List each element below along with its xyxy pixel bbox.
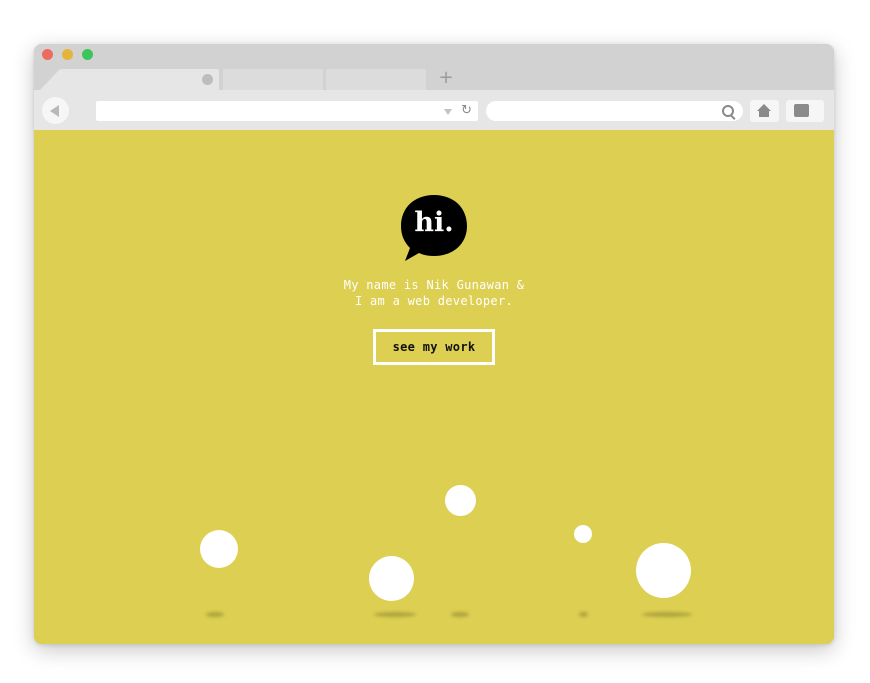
menu-icon — [794, 104, 809, 117]
maximize-window-icon[interactable] — [82, 49, 93, 60]
ball-shadow — [642, 612, 692, 617]
bouncing-ball — [369, 556, 414, 601]
search-icon[interactable] — [722, 105, 734, 117]
logo-text: hi. — [414, 207, 454, 238]
active-tab-corner — [40, 69, 60, 90]
intro-line-1: My name is Nik Gunawan & — [343, 278, 525, 292]
close-tab-icon[interactable] — [202, 74, 213, 85]
ball-shadow — [206, 612, 224, 617]
back-button[interactable] — [42, 97, 69, 124]
browser-titlebar: + — [34, 44, 834, 90]
see-my-work-button[interactable]: see my work — [373, 329, 495, 365]
address-bar[interactable]: ↻ — [96, 101, 478, 121]
ball-shadow — [374, 612, 416, 617]
menu-button[interactable] — [786, 100, 824, 122]
bouncing-ball — [445, 485, 476, 516]
home-icon-body — [759, 111, 769, 117]
bouncing-ball — [200, 530, 238, 568]
minimize-window-icon[interactable] — [62, 49, 73, 60]
tab-active[interactable] — [60, 69, 219, 90]
hi-logo: hi. — [400, 193, 468, 263]
browser-toolbar: ↻ — [34, 90, 834, 130]
intro-text: My name is Nik Gunawan & I am a web deve… — [274, 277, 594, 309]
home-icon — [757, 104, 771, 111]
chevron-down-icon[interactable] — [444, 109, 452, 115]
tab-second[interactable] — [223, 69, 323, 90]
intro-line-2: I am a web developer. — [354, 294, 514, 308]
search-input[interactable] — [486, 101, 743, 121]
page-content: hi. My name is Nik Gunawan & I am a web … — [34, 130, 834, 644]
reload-icon[interactable]: ↻ — [461, 101, 472, 121]
close-window-icon[interactable] — [42, 49, 53, 60]
bouncing-ball — [636, 543, 691, 598]
home-button[interactable] — [750, 100, 779, 122]
ball-shadow — [579, 612, 588, 617]
new-tab-button[interactable]: + — [438, 67, 454, 89]
tab-third[interactable] — [326, 69, 426, 90]
browser-window: + ↻ hi. My name is Nik Gunawan & I am a … — [34, 44, 834, 644]
ball-shadow — [451, 612, 469, 617]
back-arrow-icon — [50, 105, 59, 117]
bouncing-ball — [574, 525, 592, 543]
